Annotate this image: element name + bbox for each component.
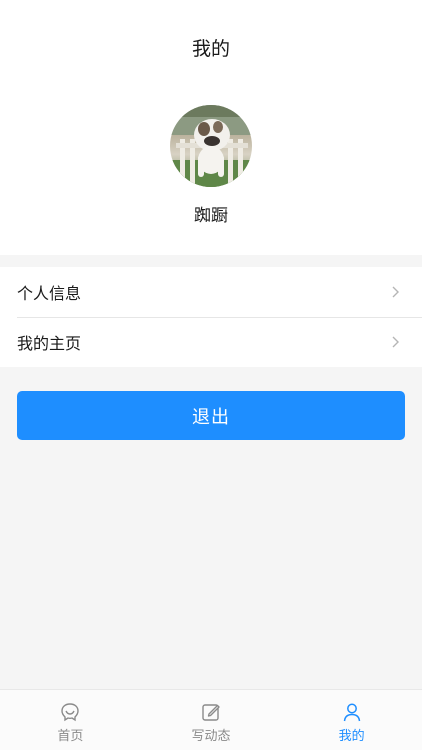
user-icon — [343, 703, 360, 722]
profile-header: 我的 踟蹰 — [0, 0, 422, 255]
tab-home[interactable]: 首页 — [0, 690, 141, 750]
tab-mine[interactable]: 我的 — [281, 690, 422, 750]
tab-label: 我的 — [338, 729, 365, 744]
username: 踟蹰 — [194, 206, 228, 226]
menu-item-my-homepage[interactable]: 我的主页 — [0, 317, 422, 367]
tab-label: 首页 — [57, 729, 84, 744]
menu-item-personal-info[interactable]: 个人信息 — [0, 267, 422, 317]
tab-write-post[interactable]: 写动态 — [141, 690, 282, 750]
avatar-image — [170, 105, 252, 187]
settings-menu: 个人信息 我的主页 — [0, 267, 422, 367]
chevron-right-icon — [392, 336, 399, 348]
tab-label: 写动态 — [191, 729, 231, 744]
menu-item-label: 我的主页 — [17, 334, 82, 353]
page-title: 我的 — [191, 38, 230, 60]
avatar[interactable] — [170, 105, 252, 187]
edit-icon — [202, 704, 220, 721]
bottom-tab-bar: 首页 写动态 我的 — [0, 689, 422, 750]
logout-button[interactable]: 退出 — [17, 391, 405, 440]
chevron-right-icon — [392, 286, 399, 298]
menu-item-label: 个人信息 — [17, 284, 82, 303]
home-icon — [61, 703, 80, 722]
